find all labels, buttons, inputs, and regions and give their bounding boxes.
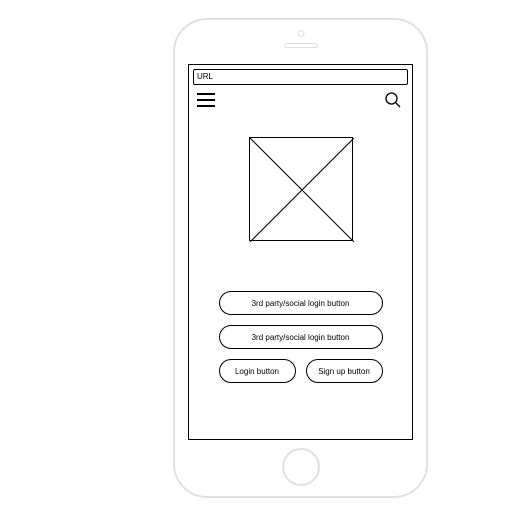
auth-button-row: Login button Sign up button bbox=[219, 359, 383, 383]
phone-camera bbox=[297, 30, 304, 37]
home-button[interactable] bbox=[282, 448, 320, 486]
login-button[interactable]: Login button bbox=[219, 359, 296, 383]
button-stack: 3rd party/social login button 3rd party/… bbox=[189, 291, 412, 383]
top-bar bbox=[189, 85, 412, 113]
url-bar[interactable]: URL bbox=[193, 69, 408, 85]
screen: URL 3rd party/social login button 3rd pa… bbox=[188, 64, 413, 440]
hamburger-menu-icon[interactable] bbox=[197, 93, 215, 107]
phone-speaker bbox=[284, 43, 318, 48]
phone-frame: URL 3rd party/social login button 3rd pa… bbox=[173, 18, 428, 498]
social-login-button-1[interactable]: 3rd party/social login button bbox=[219, 291, 383, 315]
search-icon[interactable] bbox=[384, 91, 402, 109]
social-login-button-2[interactable]: 3rd party/social login button bbox=[219, 325, 383, 349]
image-placeholder bbox=[249, 137, 353, 241]
signup-button[interactable]: Sign up button bbox=[306, 359, 383, 383]
